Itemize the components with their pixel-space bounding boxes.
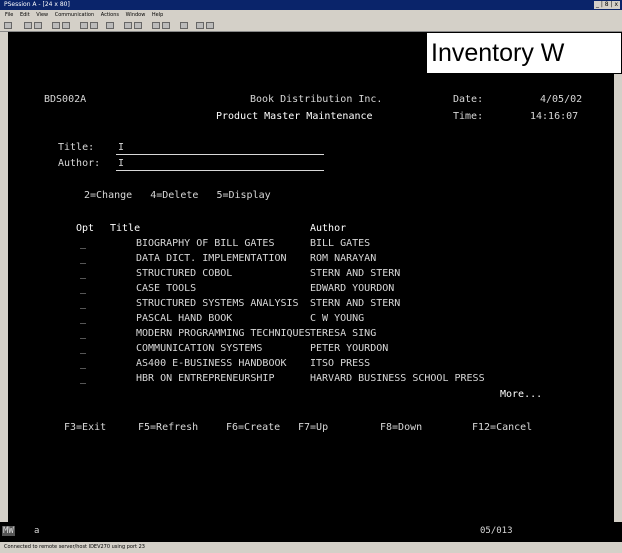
row-opt-input[interactable]: _: [80, 238, 86, 249]
more-indicator: More...: [500, 389, 543, 400]
row-author: TERESA SING: [310, 328, 377, 339]
menu-file[interactable]: File: [5, 10, 13, 20]
popup-keypad-icon[interactable]: [162, 22, 170, 29]
author-search-label: Author:: [58, 158, 101, 169]
cursor-position: 05/013: [480, 526, 513, 536]
row-title: HBR ON ENTREPRENEURSHIP: [136, 373, 275, 384]
row-author: BILL GATES: [310, 238, 371, 249]
row-title: MODERN PROGRAMMING TECHNIQUES: [136, 328, 311, 339]
window-titlebar: PSession A - [24 x 80] _ | 8 | x: [0, 0, 622, 10]
title-search-label: Title:: [58, 142, 95, 153]
color-icon[interactable]: [90, 22, 98, 29]
row-opt-input[interactable]: _: [80, 313, 86, 324]
keypad-icon[interactable]: [106, 22, 114, 29]
screen-title: Product Master Maintenance: [216, 111, 373, 122]
receive-icon[interactable]: [62, 22, 70, 29]
menu-view[interactable]: View: [36, 10, 48, 20]
column-header-title: Title: [110, 223, 141, 234]
row-title: COMMUNICATION SYSTEMS: [136, 343, 263, 354]
send-icon[interactable]: [52, 22, 60, 29]
connection-status-text: Connected to remote server/host IDEV270 …: [4, 544, 145, 550]
row-opt-input[interactable]: _: [80, 253, 86, 264]
f6-create-key[interactable]: F6=Create: [226, 422, 280, 433]
f3-exit-key[interactable]: F3=Exit: [64, 422, 106, 433]
help-icon[interactable]: [180, 22, 188, 29]
option-legend: 2=Change 4=Delete 5=Display: [84, 190, 271, 201]
display-icon[interactable]: [80, 22, 88, 29]
column-header-author: Author: [310, 223, 347, 234]
window-controls[interactable]: _ | 8 | x: [593, 1, 620, 9]
row-title: AS400 E-BUSINESS HANDBOOK: [136, 358, 287, 369]
f7-up-key[interactable]: F7=Up: [298, 422, 328, 433]
f12-cancel-key[interactable]: F12=Cancel: [472, 422, 532, 433]
row-opt-input[interactable]: _: [80, 268, 86, 279]
date-value: 4/05/02: [540, 94, 583, 105]
title-search-input[interactable]: I: [118, 142, 124, 153]
row-author: STERN AND STERN: [310, 268, 401, 279]
row-title: STRUCTURED COBOL: [136, 268, 233, 279]
terminal-screen[interactable]: BDS002A Book Distribution Inc. Product M…: [8, 32, 614, 522]
status-field: a: [34, 526, 40, 536]
menu-bar: File Edit View Communication Actions Win…: [0, 10, 622, 20]
date-label: Date:: [453, 94, 484, 105]
menu-edit[interactable]: Edit: [20, 10, 30, 20]
macro-play-icon[interactable]: [134, 22, 142, 29]
macro-record-icon[interactable]: [124, 22, 132, 29]
row-author: HARVARD BUSINESS SCHOOL PRESS: [310, 373, 485, 384]
time-label: Time:: [453, 111, 484, 122]
company-name: Book Distribution Inc.: [250, 94, 383, 105]
row-title: DATA DICT. IMPLEMENTATION: [136, 253, 287, 264]
time-value: 14:16:07: [530, 111, 579, 122]
f5-refresh-key[interactable]: F5=Refresh: [138, 422, 198, 433]
connection-status-bar: Connected to remote server/host IDEV270 …: [0, 542, 622, 553]
print-icon[interactable]: [4, 22, 12, 29]
row-opt-input[interactable]: _: [80, 343, 86, 354]
row-title: PASCAL HAND BOOK: [136, 313, 233, 324]
menu-window[interactable]: Window: [126, 10, 146, 20]
row-author: ITSO PRESS: [310, 358, 371, 369]
keyboard-map-icon[interactable]: [152, 22, 160, 29]
row-author: C W YOUNG: [310, 313, 365, 324]
menu-communication[interactable]: Communication: [55, 10, 94, 20]
window-title: PSession A - [24 x 80]: [4, 1, 70, 8]
menu-help[interactable]: Help: [152, 10, 163, 20]
row-opt-input[interactable]: _: [80, 328, 86, 339]
column-header-opt: Opt: [76, 223, 95, 234]
program-id: BDS002A: [44, 94, 87, 105]
row-author: EDWARD YOURDON: [310, 283, 395, 294]
f8-down-key[interactable]: F8=Down: [380, 422, 422, 433]
row-title: BIOGRAPHY OF BILL GATES: [136, 238, 275, 249]
edit-icon[interactable]: [206, 22, 214, 29]
copy-icon[interactable]: [24, 22, 32, 29]
toolbar: [0, 20, 622, 32]
row-opt-input[interactable]: _: [80, 373, 86, 384]
inventory-caption: Inventory W: [426, 32, 622, 74]
row-opt-input[interactable]: _: [80, 283, 86, 294]
row-author: PETER YOURDON: [310, 343, 389, 354]
row-title: CASE TOOLS: [136, 283, 197, 294]
row-opt-input[interactable]: _: [80, 358, 86, 369]
row-opt-input[interactable]: _: [80, 298, 86, 309]
row-author: STERN AND STERN: [310, 298, 401, 309]
settings-icon[interactable]: [196, 22, 204, 29]
author-search-underline: [116, 170, 324, 171]
author-search-input[interactable]: I: [118, 158, 124, 169]
menu-actions[interactable]: Actions: [101, 10, 119, 20]
row-title: STRUCTURED SYSTEMS ANALYSIS: [136, 298, 299, 309]
status-indicator: MW: [2, 526, 15, 536]
operator-info-area: MW a 05/013: [0, 522, 622, 542]
row-author: ROM NARAYAN: [310, 253, 377, 264]
paste-icon[interactable]: [34, 22, 42, 29]
title-search-underline: [116, 154, 324, 155]
